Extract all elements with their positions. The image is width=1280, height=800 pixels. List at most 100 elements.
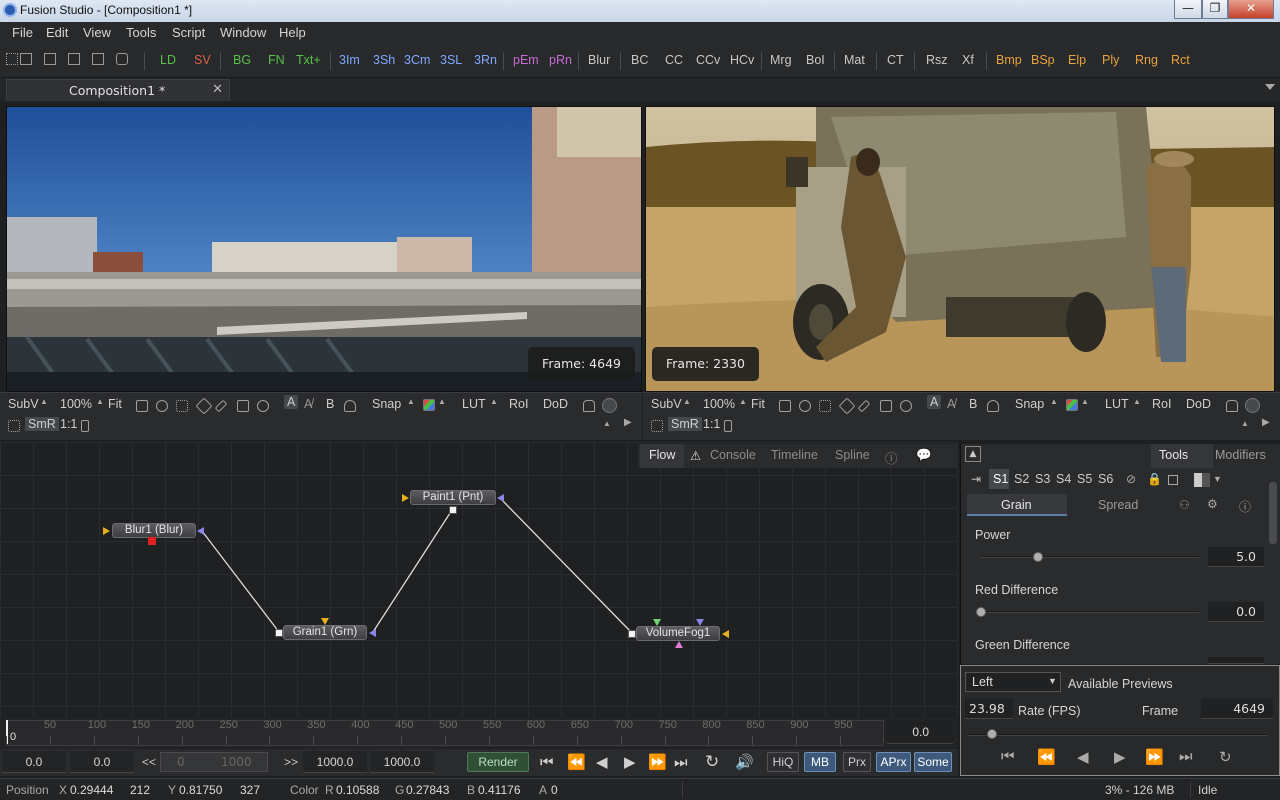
dropdown-arrow-icon[interactable]: ▲ — [739, 397, 747, 406]
grain1-input-icon[interactable] — [321, 618, 329, 625]
b-button[interactable]: B — [326, 397, 334, 411]
preview-scrub-track[interactable] — [967, 734, 1267, 736]
right-viewer[interactable]: Frame: 2330 — [645, 106, 1275, 392]
tool-text-button[interactable]: Txt+ — [296, 53, 321, 67]
red-difference-slider-track[interactable] — [981, 611, 1199, 613]
maximize-button[interactable]: ❐ — [1202, 0, 1228, 19]
aprx-toggle[interactable]: APrx — [876, 752, 911, 772]
paint1-input-icon[interactable] — [402, 494, 409, 502]
close-tab-icon[interactable]: ✕ — [212, 82, 223, 97]
tab-spline[interactable]: Spline — [835, 448, 870, 462]
node-icon[interactable]: ⚇ — [1179, 498, 1190, 512]
tab-tools[interactable]: Tools — [1159, 448, 1188, 462]
global-start-field[interactable]: 0.0 — [2, 751, 66, 773]
close-button[interactable]: ✕ — [1228, 0, 1274, 19]
tool-boolean-button[interactable]: BoI — [806, 53, 825, 67]
polyline-tool-icon[interactable] — [156, 400, 168, 412]
text-edit-icon[interactable]: A̸ — [947, 397, 955, 411]
rectangle-tool-icon[interactable] — [136, 400, 148, 412]
range-forward-button[interactable]: >> — [284, 755, 298, 769]
volumefog1-input-icon[interactable] — [722, 630, 729, 638]
b-button[interactable]: B — [969, 397, 977, 411]
left-smr-button[interactable]: SmR — [25, 417, 59, 431]
flow-view[interactable] — [0, 442, 958, 717]
hiq-toggle[interactable]: HiQ — [767, 752, 799, 772]
render-end-field[interactable]: 1000.0 — [303, 751, 367, 773]
tool-polygon-button[interactable]: Ply — [1102, 53, 1119, 67]
red-difference-value-field[interactable]: 0.0 — [1208, 602, 1264, 622]
meter-icon[interactable] — [724, 420, 732, 432]
left-snap-button[interactable]: Snap — [372, 397, 401, 411]
color-swatch-icon[interactable] — [1194, 473, 1210, 487]
dropdown-arrow-icon[interactable]: ▲ — [1050, 397, 1058, 406]
rectangle-mask-icon[interactable] — [237, 400, 249, 412]
left-subview-button[interactable]: SubV — [8, 397, 39, 411]
checker-icon[interactable] — [651, 420, 663, 432]
tool-hue-curves-button[interactable]: HCv — [730, 53, 754, 67]
play-icon[interactable]: ▶ — [624, 752, 636, 772]
tool-3d-renderer-button[interactable]: 3Rn — [474, 53, 497, 67]
range-back-button[interactable]: << — [142, 755, 156, 769]
tool-3d-shape-button[interactable]: 3Sh — [373, 53, 395, 67]
preview-play-reverse-icon[interactable]: ◀ — [1077, 748, 1089, 766]
meter-icon[interactable] — [81, 420, 89, 432]
tool-loader-button[interactable]: LD — [160, 53, 176, 67]
grain1-output-icon[interactable] — [369, 629, 376, 637]
tool-fastnoise-button[interactable]: FN — [268, 53, 285, 67]
tool-transform-button[interactable]: Xf — [962, 53, 974, 67]
tool-3d-camera-button[interactable]: 3Cm — [404, 53, 430, 67]
node-blur1[interactable]: Blur1 (Blur) — [112, 523, 196, 538]
right-subview-button[interactable]: SubV — [651, 397, 682, 411]
color-channel-icon[interactable] — [1066, 399, 1078, 411]
pin-icon[interactable]: ⇥ — [971, 472, 981, 486]
menu-file[interactable]: File — [12, 25, 33, 40]
blur1-mask-input-icon[interactable] — [148, 537, 156, 545]
tool-resize-button[interactable]: Rsz — [926, 53, 948, 67]
tool-particle-render-button[interactable]: pRn — [549, 53, 572, 67]
slot-s1[interactable]: S1 — [993, 472, 1008, 486]
preview-loop-icon[interactable]: ↻ — [1219, 748, 1232, 766]
expand-arrow-icon[interactable]: ▲ — [603, 419, 611, 428]
lock-icon[interactable] — [583, 400, 595, 412]
tool-brightness-contrast-button[interactable]: BC — [631, 53, 648, 67]
volumefog1-green-input-icon[interactable] — [653, 619, 661, 626]
dropdown-arrow-icon[interactable]: ▲ — [40, 397, 48, 406]
tool-color-curves-button[interactable]: CCv — [696, 53, 720, 67]
text-tool-icon[interactable]: A — [284, 395, 299, 409]
preview-scrub-knob[interactable] — [987, 729, 997, 739]
tool-saver-button[interactable]: SV — [194, 53, 211, 67]
text-tool-icon[interactable]: A — [927, 395, 942, 409]
left-viewer[interactable]: Frame: 4649 — [6, 106, 642, 392]
rectangle-mask-icon[interactable] — [880, 400, 892, 412]
slot-s3[interactable]: S3 — [1035, 472, 1050, 486]
right-fit-button[interactable]: Fit — [751, 397, 765, 411]
tool-bspline-button[interactable]: BSp — [1031, 53, 1055, 67]
layout-single-icon[interactable] — [20, 53, 32, 65]
prx-toggle[interactable]: Prx — [843, 752, 871, 772]
tool-channel-booleans-button[interactable]: CT — [887, 53, 904, 67]
paint1-pin-icon[interactable] — [449, 506, 457, 514]
rectangle-tool-icon[interactable] — [779, 400, 791, 412]
dropdown-arrow-icon[interactable]: ▲ — [1081, 397, 1089, 406]
frame-field[interactable]: 4649 — [1201, 699, 1273, 719]
text-edit-icon[interactable]: A̸ — [304, 397, 312, 411]
current-time-field[interactable]: 0.0 — [887, 720, 953, 744]
ellipse-mask-icon[interactable] — [257, 400, 269, 412]
subtab-grain[interactable]: Grain — [1001, 498, 1032, 512]
collapse-icon[interactable]: ▲ — [965, 446, 981, 462]
info-icon[interactable]: ⓘ — [1239, 498, 1251, 515]
menu-view[interactable]: View — [83, 25, 111, 40]
scroll-right-icon[interactable]: ▶ — [624, 417, 632, 428]
save-icon[interactable] — [1168, 475, 1178, 485]
tool-rectangle-button[interactable]: Rct — [1171, 53, 1190, 67]
volumefog1-mask-input-icon[interactable] — [675, 641, 683, 648]
dropdown-arrow-icon[interactable]: ▲ — [1133, 397, 1141, 406]
left-dod-button[interactable]: DoD — [543, 397, 568, 411]
power-value-field[interactable]: 5.0 — [1208, 547, 1264, 567]
pen-icon[interactable] — [214, 399, 228, 413]
dropdown-arrow-icon[interactable]: ▲ — [438, 397, 446, 406]
slot-s5[interactable]: S5 — [1077, 472, 1092, 486]
dropdown-arrow-icon[interactable]: ▲ — [683, 397, 691, 406]
some-toggle[interactable]: Some — [914, 752, 952, 772]
tool-bitmap-button[interactable]: Bmp — [996, 53, 1022, 67]
